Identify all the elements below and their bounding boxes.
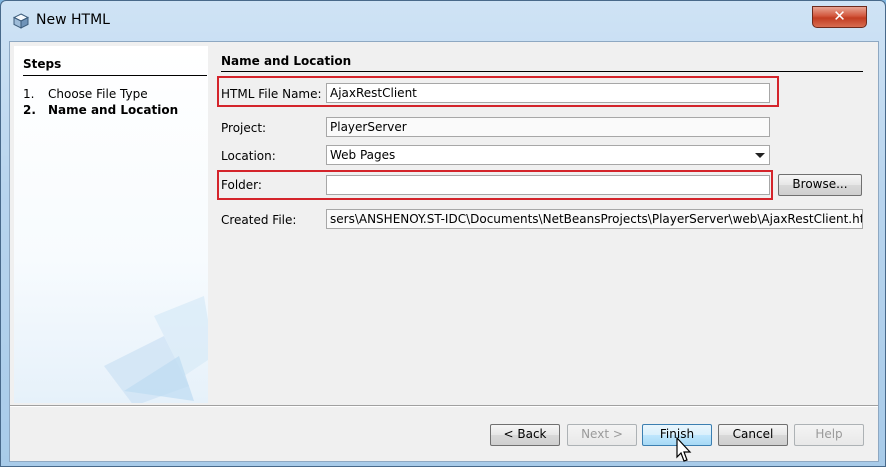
close-button[interactable]: ✕: [812, 6, 867, 28]
step-number: 1.: [23, 87, 35, 101]
created-file-label: Created File:: [221, 213, 297, 227]
back-button[interactable]: < Back: [490, 424, 560, 446]
panel-title: Name and Location: [221, 54, 352, 68]
step-number: 2.: [23, 103, 36, 117]
step-name-and-location: 2. Name and Location: [23, 103, 178, 117]
folder-label: Folder:: [221, 178, 262, 192]
location-selected-value: Web Pages: [330, 148, 396, 162]
steps-title: Steps: [23, 57, 62, 71]
html-file-name-label: HTML File Name:: [221, 87, 322, 101]
chevron-down-icon[interactable]: [755, 153, 765, 158]
location-label: Location:: [221, 149, 276, 163]
steps-divider: [23, 75, 207, 76]
browse-button[interactable]: Browse...: [778, 174, 862, 196]
dialog-client-area: Steps 1. Choose File Type 2. Name and Loca…: [9, 41, 879, 462]
netbeans-cube-icon: [12, 13, 30, 29]
wizard-decoration-icon: [104, 296, 208, 403]
mouse-pointer-icon: [676, 437, 692, 462]
folder-input[interactable]: [326, 175, 770, 195]
help-button[interactable]: Help: [794, 424, 864, 446]
steps-panel: Steps 1. Choose File Type 2. Name and Loca…: [14, 46, 208, 403]
step-label: Choose File Type: [48, 87, 148, 101]
new-html-dialog: New HTML ✕ Steps 1. Choose File Type 2. Na…: [0, 0, 886, 467]
title-bar[interactable]: New HTML ✕: [1, 1, 885, 39]
panel-divider: [221, 71, 863, 72]
location-dropdown[interactable]: Web Pages: [326, 145, 770, 165]
project-field: PlayerServer: [326, 117, 770, 137]
step-label: Name and Location: [48, 103, 179, 117]
cancel-button[interactable]: Cancel: [718, 424, 788, 446]
html-file-name-input[interactable]: AjaxRestClient: [326, 83, 770, 103]
next-button[interactable]: Next >: [567, 424, 637, 446]
button-bar-divider: [10, 405, 878, 407]
step-choose-file-type: 1. Choose File Type: [23, 87, 148, 101]
close-icon: ✕: [833, 7, 846, 25]
window-title: New HTML: [36, 12, 110, 28]
created-file-field: sers\ANSHENOY.ST-IDC\Documents\NetBeansP…: [326, 209, 863, 229]
project-label: Project:: [221, 121, 267, 135]
